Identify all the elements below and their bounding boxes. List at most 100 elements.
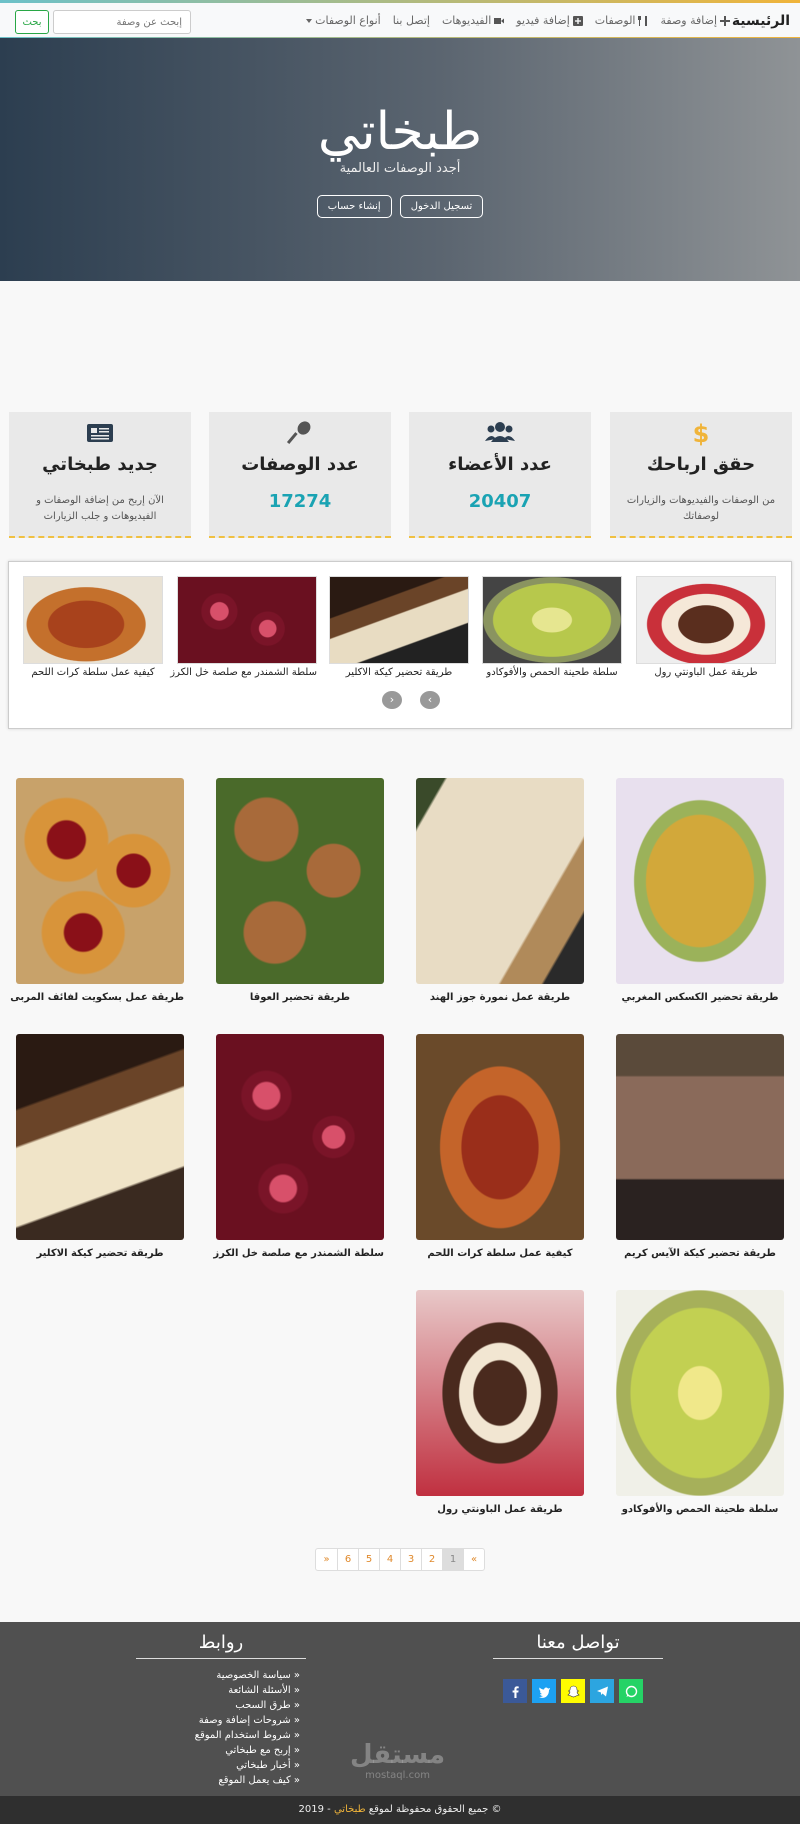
footer-link[interactable]: « أخبار طبخاتي [195, 1758, 300, 1773]
recipe-title: طريقة تحضير الكسكس المغربي [621, 992, 779, 1003]
page-next[interactable]: » [463, 1549, 484, 1570]
recipe-image [616, 778, 784, 984]
contact-heading: تواصل معنا [536, 1632, 620, 1653]
telegram-icon [596, 1686, 608, 1696]
carousel-item[interactable]: طريقة عمل الباونتي رول [636, 576, 776, 678]
recipe-card[interactable]: طريقة تحضير كيكة الآيس كريم [616, 1034, 784, 1259]
nav-add-recipe[interactable]: إضافة وصفة [660, 14, 730, 27]
hero-title: طبخاتي [317, 102, 483, 162]
recipe-card[interactable]: سلطة الشمندر مع صلصة خل الكرز [213, 1034, 384, 1259]
carousel-prev-arrow[interactable]: ‹ [382, 691, 402, 709]
twitter-icon [538, 1686, 550, 1698]
recipe-card[interactable]: طريقة عمل بسكويت لفائف المربى [10, 778, 184, 1003]
carousel-caption: طريقة عمل الباونتي رول [654, 667, 758, 678]
footer-link[interactable]: « طرق السحب [195, 1698, 300, 1713]
stat-card-recipes: عدد الوصفات 17274 [209, 412, 391, 538]
recipe-card[interactable]: طريقة عمل نمورة جوز الهند [416, 778, 584, 1003]
nav-videos[interactable]: الفيديوهات [442, 14, 505, 27]
recipe-card[interactable]: طريقة تحضير الكسكس المغربي [616, 778, 784, 1003]
carousel-caption: كيفية عمل سلطة كرات اللحم [31, 667, 155, 678]
footer-link-label: كيف يعمل الموقع [218, 1775, 291, 1786]
hero-banner: طبخاتي أجدد الوصفات العالمية تسجيل الدخو… [0, 38, 800, 281]
recipe-image [16, 1034, 184, 1240]
nav-links: إضافة وصفة الوصفات إضافة فيديو الفيديوها… [303, 14, 730, 27]
newspaper-icon [87, 424, 113, 442]
carousel-item[interactable]: طريقة تحضير كيكة الاكلير [329, 576, 469, 678]
whatsapp-link[interactable] [619, 1679, 643, 1703]
copyright-year: - 2019 [298, 1804, 331, 1815]
carousel-item[interactable]: سلطة الشمندر مع صلصة خل الكرز [170, 576, 317, 678]
footer-link-label: شروط استخدام الموقع [194, 1730, 291, 1741]
footer-link-label: شروحات إضافة وصفة [198, 1715, 291, 1726]
navbar: الرئيسية إضافة وصفة الوصفات إضافة فيديو … [0, 0, 800, 38]
carousel-next-arrow[interactable]: › [420, 691, 440, 709]
footer-link[interactable]: « سياسة الخصوصية [195, 1668, 300, 1683]
page-4[interactable]: 4 [379, 1549, 400, 1570]
register-button[interactable]: إنشاء حساب [316, 195, 392, 218]
stat-card-news: جديد طبخاتي الآن إربح من إضافة الوصفات و… [9, 412, 191, 538]
login-button[interactable]: تسجيل الدخول [399, 195, 484, 218]
search-button[interactable]: بحث [15, 10, 49, 34]
footer-link[interactable]: « شروط استخدام الموقع [195, 1728, 300, 1743]
recipe-title: طريقة تحضير كيكة الآيس كريم [624, 1248, 776, 1259]
recipe-card[interactable]: طريقة عمل الباونتي رول [416, 1290, 584, 1515]
stat-desc: الآن إربح من إضافة الوصفات و الفيديوهات … [36, 495, 164, 522]
social-links [503, 1679, 643, 1703]
nav-add-video[interactable]: إضافة فيديو [516, 14, 583, 27]
twitter-link[interactable] [532, 1679, 556, 1703]
recipe-card[interactable]: طريقة تحضير العوقا [216, 778, 384, 1003]
hero-buttons: تسجيل الدخول إنشاء حساب [0, 195, 800, 218]
svg-text:$: $ [693, 420, 710, 446]
page-prev[interactable]: « [316, 1549, 337, 1570]
recipe-title: طريقة عمل بسكويت لفائف المربى [10, 992, 184, 1003]
telegram-link[interactable] [590, 1679, 614, 1703]
recipe-title: سلطة طحينة الحمص والأفوكادو [621, 1504, 779, 1515]
hero-subtitle: أجدد الوصفات العالمية [339, 161, 461, 176]
nav-recipes[interactable]: الوصفات [595, 14, 649, 27]
pagination: » 1 2 3 4 5 6 « [315, 1548, 485, 1571]
recipe-card[interactable]: طريقة تحضير كيكة الاكلير [16, 1034, 184, 1259]
page-2[interactable]: 2 [421, 1549, 442, 1570]
carousel-caption: سلطة الشمندر مع صلصة خل الكرز [170, 667, 317, 678]
footer: تواصل معنا روابط « سياسة الخصوصية « الأس… [0, 1622, 800, 1796]
whatsapp-icon [625, 1685, 637, 1697]
search-form: بحث [15, 10, 191, 34]
nav-add-video-label: إضافة فيديو [516, 14, 570, 27]
users-icon [485, 422, 515, 442]
nav-recipes-label: الوصفات [594, 14, 636, 27]
nav-contact[interactable]: إتصل بنا [393, 14, 430, 27]
recipe-image [416, 1034, 584, 1240]
divider [136, 1658, 306, 1659]
stat-card-earnings: $ حقق ارباحك من الوصفات والفيديوهات والز… [610, 412, 792, 538]
snapchat-link[interactable] [561, 1679, 585, 1703]
page-3[interactable]: 3 [400, 1549, 421, 1570]
footer-link[interactable]: « إربح مع طبخاتي [195, 1743, 300, 1758]
brand-home-link[interactable]: الرئيسية [732, 13, 790, 29]
footer-link[interactable]: « الأسئلة الشائعة [195, 1683, 300, 1698]
recipe-title: سلطة الشمندر مع صلصة خل الكرز [213, 1248, 384, 1259]
footer-link-label: أخبار طبخاتي [236, 1760, 291, 1771]
recipe-card[interactable]: سلطة طحينة الحمص والأفوكادو [616, 1290, 784, 1515]
carousel-item[interactable]: سلطة طحينة الحمص والأفوكادو [482, 576, 622, 678]
page-1[interactable]: 1 [442, 1549, 463, 1570]
watermark-url: mostaql.com [365, 1770, 430, 1781]
page-6[interactable]: 6 [337, 1549, 358, 1570]
carousel-item[interactable]: كيفية عمل سلطة كرات اللحم [23, 576, 163, 678]
carousel-caption: سلطة طحينة الحمص والأفوكادو [486, 667, 618, 678]
snapchat-icon [566, 1685, 580, 1697]
footer-link[interactable]: « كيف يعمل الموقع [195, 1773, 300, 1788]
recipe-image [329, 576, 469, 664]
page-5[interactable]: 5 [358, 1549, 379, 1570]
watermark: مستقل mostaql.com [350, 1740, 445, 1781]
recipe-image [23, 576, 163, 664]
footer-link[interactable]: « شروحات إضافة وصفة [195, 1713, 300, 1728]
stat-desc: من الوصفات والفيديوهات والزيارات لوصفاتك [626, 495, 776, 522]
facebook-icon [512, 1685, 519, 1698]
recipe-title: طريقة تحضير العوقا [249, 992, 351, 1003]
facebook-link[interactable] [503, 1679, 527, 1703]
copyright-site-link[interactable]: طبخاتي [334, 1804, 366, 1815]
recipe-card[interactable]: كيفية عمل سلطة كرات اللحم [416, 1034, 584, 1259]
nav-recipe-types-dropdown[interactable]: أنواع الوصفات [303, 14, 381, 27]
search-input[interactable] [53, 10, 191, 34]
recipe-title: طريقة عمل الباونتي رول [437, 1504, 563, 1515]
